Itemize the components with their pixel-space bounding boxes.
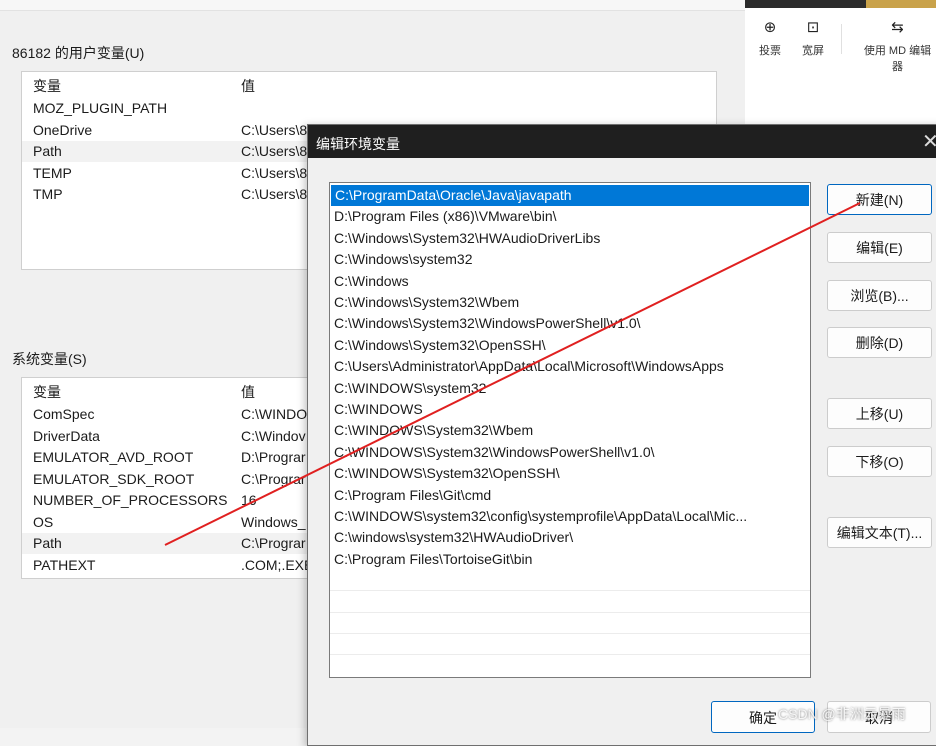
variable-value: C:\WINDO	[241, 406, 308, 422]
list-row[interactable]: MOZ_PLUGIN_PATH	[22, 98, 716, 119]
column-header-variable[interactable]: 变量	[33, 382, 61, 403]
system-variables-list[interactable]: 变量 值 ComSpec C:\WINDO DriverData C:\Windov E…	[21, 377, 323, 579]
variable-value: C:\Users\8	[241, 186, 308, 202]
browse-button[interactable]: 浏览(B)...	[827, 280, 932, 311]
variable-value: 16	[241, 492, 257, 508]
md-editor-icon: ⇆	[891, 19, 904, 36]
path-entry[interactable]: C:\Windows\System32\Wbem	[330, 292, 810, 313]
system-variables-header: 变量 值	[22, 382, 322, 403]
window-title-strip	[0, 0, 745, 11]
variable-name: Path	[33, 535, 62, 551]
path-entry[interactable]: C:\windows\system32\HWAudioDriver\	[330, 527, 810, 548]
list-row[interactable]: DriverData C:\Windov	[22, 426, 322, 447]
list-row[interactable]: NUMBER_OF_PROCESSORS 16	[22, 490, 322, 511]
path-list[interactable]: C:\ProgramData\Oracle\Java\javapath D:\Pr…	[329, 182, 811, 678]
list-row[interactable]: PATHEXT .COM;.EXE	[22, 555, 322, 576]
vote-button[interactable]: ⊕ 投票	[759, 20, 781, 58]
edit-text-button[interactable]: 编辑文本(T)...	[827, 517, 932, 548]
path-entry[interactable]: C:\Windows\system32	[330, 249, 810, 270]
variable-name: EMULATOR_AVD_ROOT	[33, 449, 194, 465]
column-header-variable[interactable]: 变量	[33, 76, 61, 97]
camera-icon: ⊕	[763, 19, 777, 36]
variable-name: ComSpec	[33, 406, 95, 422]
path-entry[interactable]: C:\WINDOWS\system32	[330, 378, 810, 399]
path-entry[interactable]: C:\WINDOWS\system32\config\systemprofile…	[330, 506, 810, 527]
variable-name: DriverData	[33, 427, 100, 444]
empty-row-divider	[330, 590, 810, 592]
widescreen-button[interactable]: ⊡ 宽屏	[802, 20, 824, 58]
path-entry[interactable]: C:\WINDOWS\System32\OpenSSH\	[330, 463, 810, 484]
dialog-titlebar[interactable]: 编辑环境变量 ✕	[308, 125, 936, 158]
move-down-button[interactable]: 下移(O)	[827, 446, 932, 477]
move-up-button[interactable]: 上移(U)	[827, 398, 932, 429]
edit-env-variable-dialog: 编辑环境变量 ✕ C:\ProgramData\Oracle\Java\java…	[307, 124, 936, 746]
path-entry[interactable]: C:\ProgramData\Oracle\Java\javapath	[331, 185, 809, 206]
variable-value: C:\Prograr	[241, 470, 306, 487]
user-variables-header: 变量 值	[22, 76, 716, 97]
variable-name: NUMBER_OF_PROCESSORS	[33, 492, 228, 508]
empty-row-divider	[330, 654, 810, 656]
path-entry[interactable]: D:\Program Files (x86)\VMware\bin\	[330, 206, 810, 227]
md-editor-label: 使用 MD 编辑器	[863, 45, 932, 73]
list-row[interactable]: OS Windows_	[22, 512, 322, 533]
new-button[interactable]: 新建(N)	[827, 184, 932, 215]
widescreen-label: 宽屏	[802, 45, 824, 57]
path-entry[interactable]: C:\Windows\System32\HWAudioDriverLibs	[330, 228, 810, 249]
edit-button[interactable]: 编辑(E)	[827, 232, 932, 263]
list-row[interactable]: EMULATOR_AVD_ROOT D:\Prograr	[22, 447, 322, 468]
variable-value: C:\Users\8	[241, 164, 308, 181]
path-entry[interactable]: C:\Program Files\TortoiseGit\bin	[330, 549, 810, 570]
empty-row-divider	[330, 611, 810, 613]
variable-value: Windows_	[241, 513, 306, 530]
list-row[interactable]: Path C:\Prograr	[22, 533, 322, 554]
variable-name: PATHEXT	[33, 556, 96, 573]
path-entry[interactable]: C:\WINDOWS\System32\WindowsPowerShell\v1…	[330, 442, 810, 463]
empty-row-divider	[330, 633, 810, 634]
variable-value: C:\Users\8	[241, 121, 308, 138]
variable-name: EMULATOR_SDK_ROOT	[33, 470, 195, 487]
user-variables-label: 86182 的用户变量(U)	[12, 45, 145, 61]
variable-name: TMP	[33, 186, 63, 202]
dialog-title: 编辑环境变量	[316, 136, 400, 152]
path-entry[interactable]: C:\Users\Administrator\AppData\Local\Mic…	[330, 356, 810, 377]
vote-label: 投票	[759, 45, 781, 57]
list-row[interactable]: EMULATOR_SDK_ROOT C:\Prograr	[22, 469, 322, 490]
delete-button[interactable]: 删除(D)	[827, 327, 932, 358]
variable-value: C:\Windov	[241, 427, 306, 444]
variable-name: MOZ_PLUGIN_PATH	[33, 100, 168, 116]
path-entry[interactable]: C:\Program Files\Git\cmd	[330, 485, 810, 506]
system-variables-label: 系统变量(S)	[12, 351, 87, 367]
toolbar-top-strip	[745, 0, 936, 8]
csdn-watermark: CSDN @非洲云暴雨	[778, 706, 906, 722]
variable-name: OS	[33, 513, 54, 530]
variable-name: TEMP	[33, 164, 72, 181]
variable-value: C:\Prograr	[241, 535, 306, 551]
variable-name: Path	[33, 143, 62, 159]
path-entry[interactable]: C:\Windows	[330, 271, 810, 292]
variable-value: D:\Prograr	[241, 449, 306, 465]
md-editor-button[interactable]: ⇆ 使用 MD 编辑器	[859, 20, 936, 74]
list-row[interactable]: ComSpec C:\WINDO	[22, 404, 322, 425]
variable-value: .COM;.EXE	[241, 556, 314, 573]
path-entry[interactable]: C:\WINDOWS\System32\Wbem	[330, 420, 810, 441]
column-header-value[interactable]: 值	[241, 382, 255, 403]
variable-name: OneDrive	[33, 121, 93, 138]
path-entry[interactable]: C:\Windows\System32\OpenSSH\	[330, 335, 810, 356]
close-icon[interactable]: ✕	[922, 129, 936, 154]
fullscreen-icon: ⊡	[806, 19, 820, 36]
path-entry[interactable]: C:\WINDOWS	[330, 399, 810, 420]
column-header-value[interactable]: 值	[241, 76, 255, 97]
toolbar-divider	[841, 24, 842, 54]
variable-value: C:\Users\8	[241, 143, 308, 159]
path-entry[interactable]: C:\Windows\System32\WindowsPowerShell\v1…	[330, 313, 810, 334]
